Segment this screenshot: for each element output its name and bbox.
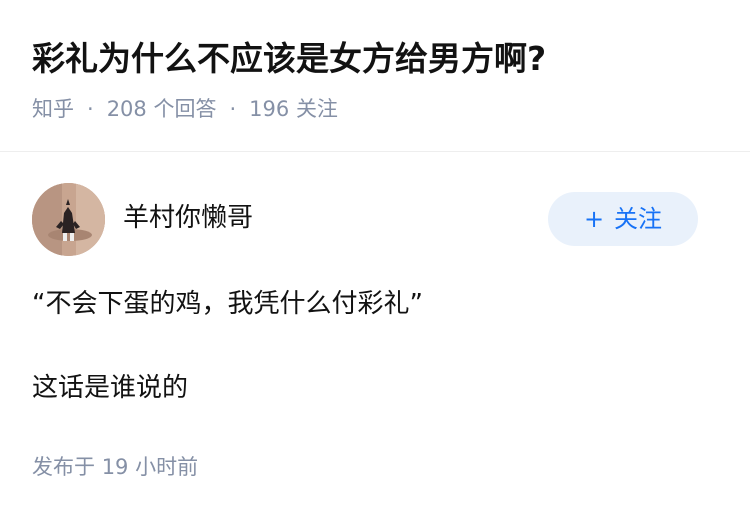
source-label[interactable]: 知乎 bbox=[32, 97, 74, 121]
follow-button-label: 关注 bbox=[614, 205, 663, 233]
answer-paragraph: 这话是谁说的 bbox=[32, 373, 189, 403]
avatar[interactable] bbox=[32, 183, 105, 256]
divider bbox=[0, 151, 750, 152]
answer-page: 彩礼为什么不应该是女方给男方啊? 知乎 · 208 个回答 · 196 关注 羊村你懒哥 bbox=[0, 0, 750, 518]
answer-count: 208 bbox=[106, 97, 147, 121]
avatar-image bbox=[32, 183, 105, 256]
answer-count-label[interactable]: 个回答 bbox=[153, 97, 216, 121]
answer-paragraph: “不会下蛋的鸡，我凭什么付彩礼” bbox=[32, 289, 423, 319]
question-meta: 知乎 · 208 个回答 · 196 关注 bbox=[32, 94, 338, 124]
meta-separator: · bbox=[229, 97, 237, 121]
question-title[interactable]: 彩礼为什么不应该是女方给男方啊? bbox=[32, 36, 546, 82]
publish-time: 发布于 19 小时前 bbox=[32, 452, 198, 482]
follower-count: 196 bbox=[249, 97, 290, 121]
published-time: 19 小时前 bbox=[101, 455, 199, 479]
follower-count-label: 关注 bbox=[295, 97, 338, 121]
meta-separator: · bbox=[87, 97, 94, 121]
author-row: 羊村你懒哥 + 关注 bbox=[0, 182, 750, 258]
question-header: 彩礼为什么不应该是女方给男方啊? 知乎 · 208 个回答 · 196 关注 bbox=[0, 0, 750, 150]
published-label: 发布于 bbox=[32, 455, 95, 479]
follow-button[interactable]: + 关注 bbox=[548, 192, 698, 246]
author-name[interactable]: 羊村你懒哥 bbox=[123, 200, 253, 236]
plus-icon: + bbox=[583, 205, 605, 233]
